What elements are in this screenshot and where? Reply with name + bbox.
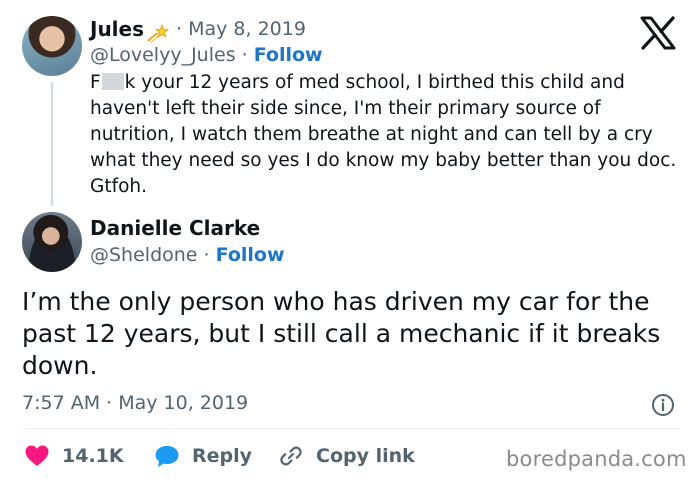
reply-label: Reply [192,445,253,467]
jules-handle[interactable]: @Lovelyy_Jules [90,44,236,66]
jules-text-prefix: F [90,72,101,93]
jules-author-name[interactable]: Jules [90,17,144,41]
like-button[interactable]: 14.1K [24,443,124,469]
jules-avatar[interactable] [22,16,82,76]
thread-line [51,82,53,206]
shooting-star-emoji-icon [147,23,170,44]
info-icon[interactable] [651,393,675,417]
like-count: 14.1K [62,445,124,467]
link-icon [280,446,302,466]
copy-link-button[interactable]: Copy link [278,443,415,469]
censor-block [101,73,124,90]
jules-handle-line: @Lovelyy_Jules · Follow [90,44,323,66]
danielle-handle[interactable]: @Sheldone [90,244,198,266]
main-tweet-text: I’m the only person who has driven my ca… [22,287,661,380]
jules-date-line: · May 8, 2019 [176,18,306,40]
boredpanda-watermark: boredpanda.com [506,447,687,471]
tweet-timestamp[interactable]: 7:57 AM · May 10, 2019 [22,392,248,414]
copy-link-label: Copy link [316,445,415,467]
speech-bubble-icon [155,446,179,467]
reply-button[interactable]: Reply [154,443,252,469]
danielle-follow-button[interactable]: Follow [216,244,285,266]
divider [22,428,680,429]
danielle-avatar[interactable] [22,212,82,272]
heart-icon [25,445,49,466]
jules-text-body: k your 12 years of med school, I birthed… [90,72,677,197]
jules-date[interactable]: May 8, 2019 [188,18,306,40]
x-logo-icon[interactable] [640,16,676,50]
danielle-handle-line: @Sheldone · Follow [90,244,285,266]
jules-tweet-text: Fk your 12 years of med school, I birthe… [90,70,680,200]
danielle-author-name[interactable]: Danielle Clarke [90,216,260,240]
jules-follow-button[interactable]: Follow [254,44,323,66]
